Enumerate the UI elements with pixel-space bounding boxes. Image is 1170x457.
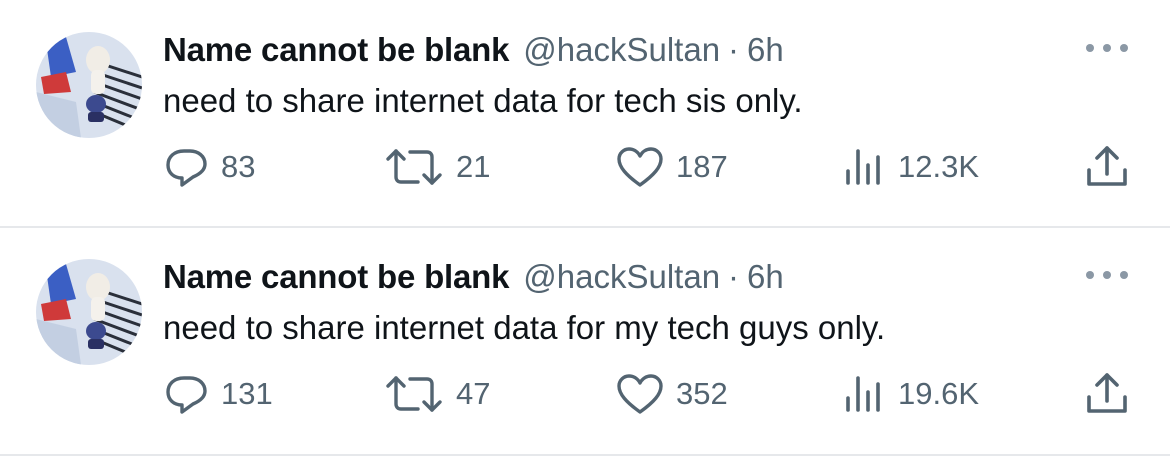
- heart-icon: [617, 374, 663, 414]
- like-button[interactable]: 187: [616, 144, 728, 190]
- retweet-button[interactable]: 47: [384, 371, 490, 417]
- author-name[interactable]: Name cannot be blank: [163, 30, 509, 70]
- reply-count: 131: [221, 376, 273, 411]
- retweet-count: 47: [456, 376, 491, 411]
- more-options-button[interactable]: [1084, 267, 1130, 283]
- avatar[interactable]: [36, 32, 142, 138]
- share-icon: [1087, 373, 1127, 413]
- timestamp[interactable]: 6h: [747, 257, 784, 297]
- tweet-header: Name cannot be blank @hackSultan · 6h: [163, 30, 784, 70]
- retweet-icon: [386, 149, 442, 185]
- reply-count: 83: [221, 149, 256, 184]
- tweet[interactable]: Name cannot be blank @hackSultan · 6h ne…: [0, 0, 1170, 226]
- views-button[interactable]: 19.6K: [842, 371, 979, 417]
- views-icon: [846, 149, 880, 185]
- share-icon: [1087, 146, 1127, 186]
- share-button[interactable]: [1084, 144, 1130, 190]
- separator-dot: ·: [728, 31, 740, 68]
- views-button[interactable]: 12.3K: [842, 144, 979, 190]
- reply-button[interactable]: 83: [165, 144, 255, 190]
- more-options-button[interactable]: [1084, 40, 1130, 56]
- like-count: 352: [676, 376, 728, 411]
- more-icon: [1086, 271, 1128, 279]
- tweet[interactable]: Name cannot be blank @hackSultan · 6h ne…: [0, 227, 1170, 453]
- author-name[interactable]: Name cannot be blank: [163, 257, 509, 297]
- avatar[interactable]: [36, 259, 142, 365]
- retweet-button[interactable]: 21: [384, 144, 490, 190]
- share-button[interactable]: [1084, 371, 1130, 417]
- retweet-icon: [386, 376, 442, 412]
- heart-icon: [617, 147, 663, 187]
- tweet-header: Name cannot be blank @hackSultan · 6h: [163, 257, 784, 297]
- reply-icon: [166, 149, 207, 187]
- tweet-text: need to share internet data for tech sis…: [163, 82, 803, 119]
- reply-button[interactable]: 131: [165, 371, 273, 417]
- timestamp[interactable]: 6h: [747, 30, 784, 70]
- view-count: 12.3K: [898, 149, 980, 184]
- separator-dot: ·: [728, 258, 740, 295]
- tweet-divider: [0, 454, 1170, 456]
- tweet-text: need to share internet data for my tech …: [163, 309, 886, 346]
- more-icon: [1086, 44, 1128, 52]
- like-count: 187: [676, 149, 728, 184]
- like-button[interactable]: 352: [616, 371, 728, 417]
- author-handle[interactable]: @hackSultan: [523, 30, 720, 70]
- author-handle[interactable]: @hackSultan: [523, 257, 720, 297]
- retweet-count: 21: [456, 149, 491, 184]
- reply-icon: [166, 376, 207, 414]
- views-icon: [846, 376, 880, 412]
- view-count: 19.6K: [898, 376, 980, 411]
